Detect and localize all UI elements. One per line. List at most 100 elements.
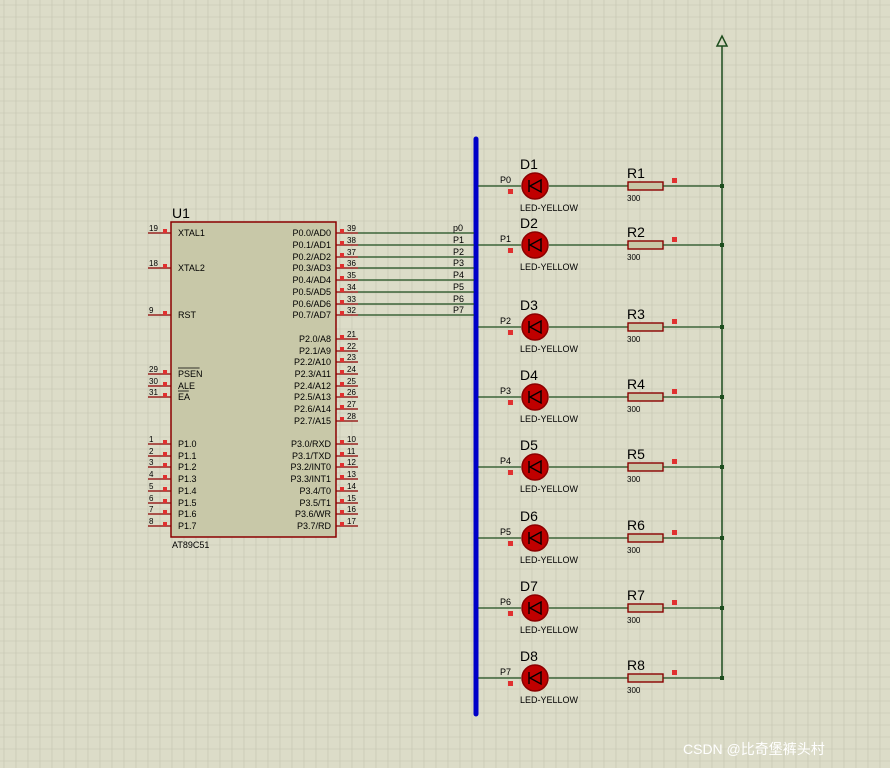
- resistor-ref-label: R6: [627, 517, 645, 533]
- led-row-d3: P2 D3 LED-YELLOW R3 300: [478, 297, 724, 354]
- pin-name: RST: [178, 310, 197, 320]
- led-d5[interactable]: D5 LED-YELLOW: [520, 437, 579, 494]
- net-label: P0: [500, 175, 511, 185]
- pin-name: XTAL1: [178, 228, 205, 238]
- led-value-label: LED-YELLOW: [520, 484, 579, 494]
- resistor-value-label: 300: [627, 335, 641, 344]
- bus-wire-p0[interactable]: p0: [358, 223, 474, 234]
- resistor-value-label: 300: [627, 194, 641, 203]
- pin-marker: [340, 241, 344, 245]
- resistor-value-label: 300: [627, 405, 641, 414]
- resistor-value-label: 300: [627, 475, 641, 484]
- led-ref-label: D2: [520, 215, 538, 231]
- pin-marker: [163, 510, 167, 514]
- pin-name: P3.4/T0: [299, 486, 331, 496]
- resistor-ref-label: R4: [627, 376, 645, 392]
- pin-marker: [340, 288, 344, 292]
- bus-wire-p3[interactable]: P3: [358, 258, 474, 269]
- pin-name: P3.0/RXD: [291, 439, 332, 449]
- pin-marker: [340, 347, 344, 351]
- junction-dot: [720, 243, 724, 247]
- pin-name: P1.1: [178, 451, 197, 461]
- pin-name: P1.5: [178, 498, 197, 508]
- pin-marker: [508, 681, 513, 686]
- led-d1[interactable]: D1 LED-YELLOW: [520, 156, 579, 213]
- led-body: [521, 313, 549, 341]
- pin-name: P0.5/AD5: [292, 287, 331, 297]
- mcu-at89c51[interactable]: U1 AT89C51 19 XTAL118 XTAL29 RST29 PSEN30 ALE…: [148, 205, 358, 550]
- bus-wire-p7[interactable]: P7: [358, 305, 474, 316]
- pin-marker: [163, 463, 167, 467]
- led-d7[interactable]: D7 LED-YELLOW: [520, 578, 579, 635]
- pin-marker: [340, 463, 344, 467]
- pin-number: 22: [347, 342, 356, 351]
- mcu-ref-label: U1: [172, 205, 190, 221]
- resistor-body: [627, 462, 664, 472]
- led-ref-label: D4: [520, 367, 538, 383]
- pin-marker: [508, 611, 513, 616]
- pin-marker: [672, 319, 677, 324]
- led-body: [521, 524, 549, 552]
- pin-marker: [340, 475, 344, 479]
- led-ref-label: D8: [520, 648, 538, 664]
- resistor-value-label: 300: [627, 546, 641, 555]
- pin-number: 2: [149, 447, 154, 456]
- pin-number: 37: [347, 248, 356, 257]
- pin-name: P1.2: [178, 462, 197, 472]
- led-d3[interactable]: D3 LED-YELLOW: [520, 297, 579, 354]
- pin-marker: [340, 440, 344, 444]
- pin-marker: [672, 670, 677, 675]
- pin-name: P1.7: [178, 521, 197, 531]
- pin-marker: [672, 389, 677, 394]
- pin-number: 3: [149, 458, 154, 467]
- bus-wire-p6[interactable]: P6: [358, 294, 474, 305]
- net-label: P4: [500, 456, 511, 466]
- led-d8[interactable]: D8 LED-YELLOW: [520, 648, 579, 705]
- pin-number: 28: [347, 412, 356, 421]
- grid: [0, 0, 890, 768]
- pin-marker: [163, 311, 167, 315]
- pin-marker: [672, 530, 677, 535]
- pin-number: 21: [347, 330, 356, 339]
- pin-name: P1.6: [178, 509, 197, 519]
- led-d2[interactable]: D2 LED-YELLOW: [520, 215, 579, 272]
- bus-wire-p2[interactable]: P2: [358, 247, 474, 258]
- pin-number: 36: [347, 259, 356, 268]
- resistor-value-label: 300: [627, 686, 641, 695]
- resistor-body: [627, 240, 664, 250]
- led-row-d1: P0 D1 LED-YELLOW R1 300: [478, 156, 724, 213]
- pin-marker: [508, 248, 513, 253]
- pin-name: P2.7/A15: [294, 416, 331, 426]
- pin-number: 6: [149, 494, 154, 503]
- bus-wire-p5[interactable]: P5: [358, 282, 474, 293]
- bus-wire-p1[interactable]: P1: [358, 235, 474, 246]
- pin-number: 13: [347, 470, 356, 479]
- led-value-label: LED-YELLOW: [520, 262, 579, 272]
- pin-name: P2.2/A10: [294, 357, 331, 367]
- net-label: P2: [500, 316, 511, 326]
- led-body: [521, 664, 549, 692]
- pin-marker: [340, 264, 344, 268]
- pin-number: 35: [347, 271, 356, 280]
- led-value-label: LED-YELLOW: [520, 414, 579, 424]
- pin-marker: [163, 229, 167, 233]
- led-value-label: LED-YELLOW: [520, 625, 579, 635]
- resistor-ref-label: R3: [627, 306, 645, 322]
- pin-number: 29: [149, 365, 158, 374]
- junction-dot: [720, 325, 724, 329]
- net-label: P1: [500, 234, 511, 244]
- resistor-ref-label: R1: [627, 165, 645, 181]
- led-value-label: LED-YELLOW: [520, 344, 579, 354]
- pin-marker: [508, 400, 513, 405]
- bus-net-label: P3: [453, 258, 464, 268]
- pin-marker: [163, 487, 167, 491]
- pin-marker: [508, 541, 513, 546]
- resistor-ref-label: R7: [627, 587, 645, 603]
- pin-number: 4: [149, 470, 154, 479]
- junction-dot: [720, 465, 724, 469]
- pin-marker: [508, 189, 513, 194]
- pin-name: P3.3/INT1: [290, 474, 331, 484]
- led-d4[interactable]: D4 LED-YELLOW: [520, 367, 579, 424]
- led-d6[interactable]: D6 LED-YELLOW: [520, 508, 579, 565]
- bus-wire-p4[interactable]: P4: [358, 270, 474, 281]
